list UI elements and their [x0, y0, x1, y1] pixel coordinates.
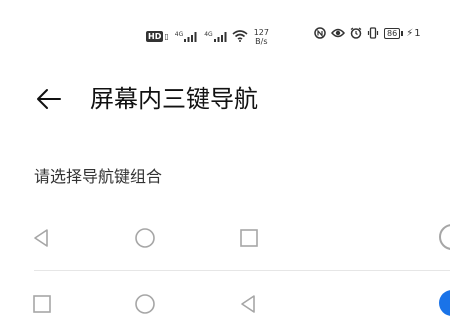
- network-type-label: 4G: [204, 30, 213, 38]
- battery-tip: [401, 30, 404, 36]
- triangle-back-icon: [31, 227, 53, 249]
- circle-home-icon: [134, 227, 156, 249]
- back-button[interactable]: [34, 84, 64, 114]
- nfc-icon: [314, 27, 331, 39]
- signal-icon: 4G: [204, 30, 227, 42]
- section-label: 请选择导航键组合: [34, 167, 163, 186]
- network-speed-value: 127: [253, 27, 269, 37]
- circle-home-icon: [134, 293, 156, 315]
- page-header: 屏幕内三键导航: [0, 82, 450, 118]
- wifi-icon: [232, 27, 248, 46]
- nav-option-recents-home-back[interactable]: [0, 278, 450, 328]
- arrow-left-icon: [37, 89, 61, 109]
- network-speed-unit: B/s: [255, 36, 268, 46]
- battery-icon: 86: [384, 27, 404, 39]
- charging-icon: ⚡︎: [406, 27, 414, 39]
- status-bar: HD ▯ 4G 4G 127 B/s 86 ⚡︎ 1: [0, 0, 450, 58]
- alarm-icon: [350, 27, 367, 39]
- network-speed: 127 B/s: [254, 28, 269, 46]
- square-recents-icon: [238, 227, 260, 249]
- battery-level: 86: [384, 27, 401, 39]
- signal-icon: 4G: [174, 30, 198, 42]
- page-title: 屏幕内三键导航: [90, 85, 258, 113]
- square-recents-icon: [31, 293, 53, 315]
- vibrate-icon: [367, 27, 384, 39]
- radio-button-selected[interactable]: [439, 290, 450, 316]
- battery-suffix: 1: [414, 27, 421, 39]
- triangle-back-icon: [238, 293, 260, 315]
- sim-icon: ▯: [164, 32, 169, 41]
- nav-option-back-home-recents[interactable]: [0, 212, 450, 262]
- divider: [34, 270, 450, 271]
- network-type-label: 4G: [174, 30, 184, 38]
- radio-button-unselected[interactable]: [439, 224, 450, 250]
- status-left-group: HD ▯ 4G 4G 127 B/s: [146, 27, 269, 46]
- hd-icon: HD: [146, 31, 164, 42]
- status-right-group: 86 ⚡︎ 1: [314, 27, 421, 39]
- eye-comfort-icon: [331, 27, 350, 39]
